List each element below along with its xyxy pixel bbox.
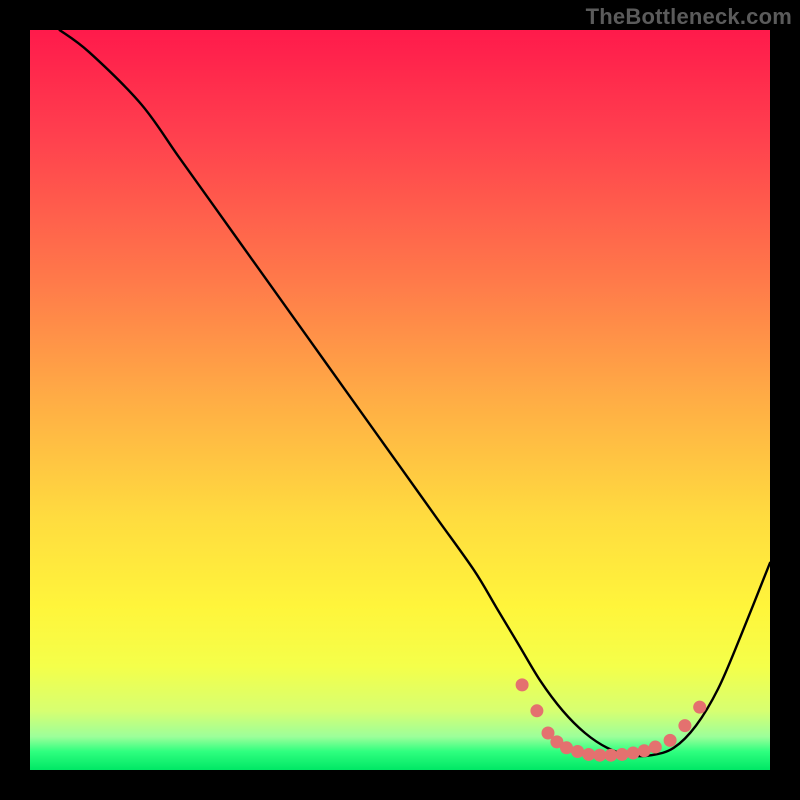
marker-dot (571, 745, 584, 758)
marker-dot (530, 704, 543, 717)
marker-dot (593, 749, 606, 762)
marker-dot (516, 678, 529, 691)
marker-dot (616, 748, 629, 761)
highlight-dots (516, 678, 707, 761)
chart-stage: TheBottleneck.com (0, 0, 800, 800)
curve-layer (30, 30, 770, 770)
marker-dot (638, 744, 651, 757)
marker-dot (678, 719, 691, 732)
bottleneck-curve (60, 30, 770, 756)
marker-dot (604, 749, 617, 762)
marker-dot (582, 748, 595, 761)
watermark-text: TheBottleneck.com (586, 4, 792, 30)
marker-dot (627, 746, 640, 759)
marker-dot (664, 734, 677, 747)
marker-dot (693, 701, 706, 714)
plot-area (30, 30, 770, 770)
marker-dot (649, 741, 662, 754)
marker-dot (560, 741, 573, 754)
